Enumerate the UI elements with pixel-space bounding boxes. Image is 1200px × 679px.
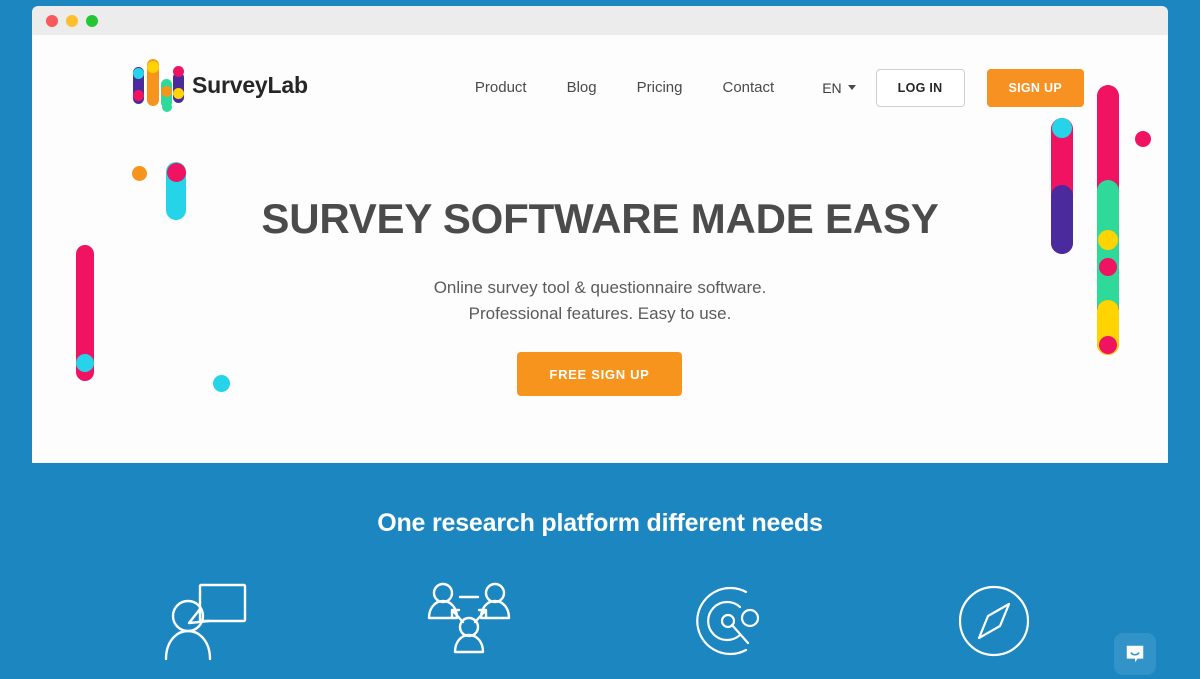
nav-item-contact[interactable]: Contact — [702, 79, 794, 96]
logo-wordmark: SurveyLab — [192, 71, 308, 98]
pink-dot-lower — [1099, 336, 1117, 354]
feature-item-team[interactable] — [413, 573, 525, 669]
hero-subtitle-line-2: Professional features. Easy to use. — [468, 303, 732, 323]
logo-bar-10 — [173, 88, 184, 99]
cyan-dot-lower — [213, 375, 230, 392]
main-navigation: Product Blog Pricing Contact EN LOG IN S… — [455, 35, 1084, 140]
browser-title-bar — [32, 6, 1168, 35]
nav-item-blog[interactable]: Blog — [547, 79, 617, 96]
site-header: SurveyLab Product Blog Pricing Contact E… — [32, 35, 1168, 140]
compass-icon — [958, 585, 1030, 657]
window-close-button[interactable] — [46, 14, 58, 27]
signup-button[interactable]: SIGN UP — [986, 68, 1084, 107]
logo-bar-6 — [161, 86, 172, 97]
language-selector-label: EN — [822, 79, 842, 96]
hero-card: SurveyLab Product Blog Pricing Contact E… — [32, 35, 1168, 463]
feature-icons-row — [150, 573, 1050, 669]
login-button[interactable]: LOG IN — [875, 68, 965, 107]
feature-item-survey[interactable] — [150, 573, 262, 669]
cyan-dot-on-pink — [76, 354, 94, 372]
pink-dot-mid — [1099, 258, 1117, 276]
site-logo[interactable]: SurveyLab — [132, 57, 308, 113]
orange-dot-small — [132, 166, 147, 181]
language-selector[interactable]: EN — [794, 80, 869, 96]
free-signup-button[interactable]: FREE SIGN UP — [517, 352, 682, 396]
nav-item-product[interactable]: Product — [455, 79, 547, 96]
person-speech-bubble-icon — [164, 583, 247, 661]
section-title: One research platform different needs — [377, 509, 823, 537]
window-minimize-button[interactable] — [66, 14, 78, 27]
hero-subtitle: Online survey tool & questionnaire softw… — [32, 275, 1168, 327]
pink-dot-on-cyan — [167, 163, 186, 182]
chat-message-icon — [1126, 645, 1144, 663]
logo-bar-2 — [133, 90, 144, 101]
chevron-down-icon — [847, 85, 856, 90]
logo-bar-4 — [147, 61, 159, 73]
surveylab-bars-logo-icon — [132, 57, 184, 113]
feature-item-analytics[interactable] — [675, 573, 787, 669]
hero-title: SURVEY SOFTWARE MADE EASY — [261, 195, 939, 242]
target-radar-icon — [696, 586, 760, 656]
hero-subtitle-line-1: Online survey tool & questionnaire softw… — [433, 278, 767, 297]
team-network-icon — [427, 582, 510, 654]
logo-bar-1 — [133, 68, 144, 79]
feature-item-explore[interactable] — [938, 573, 1050, 669]
nav-item-pricing[interactable]: Pricing — [617, 79, 703, 96]
logo-bar-9 — [173, 66, 184, 77]
window-maximize-button[interactable] — [86, 14, 98, 27]
page-root: SurveyLab Product Blog Pricing Contact E… — [0, 0, 1200, 679]
research-platform-section: One research platform different needs — [0, 463, 1200, 679]
logo-bar-7 — [162, 102, 172, 112]
chat-widget-button[interactable] — [1114, 633, 1156, 675]
